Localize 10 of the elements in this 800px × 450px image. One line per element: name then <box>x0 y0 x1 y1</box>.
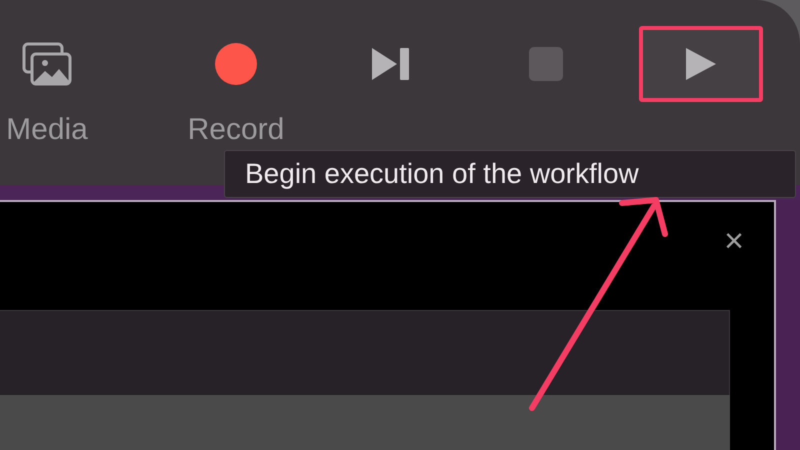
toolbar-label: Media <box>6 112 88 148</box>
photos-icon <box>21 41 73 87</box>
run-button[interactable] <box>639 26 763 102</box>
toolbar-label: Record <box>188 112 284 148</box>
play-icon <box>685 47 717 81</box>
step-icon <box>371 47 411 81</box>
tooltip: Begin execution of the workflow <box>224 150 796 198</box>
record-icon <box>214 42 258 86</box>
close-icon[interactable]: × <box>724 224 744 258</box>
stop-icon <box>529 47 563 81</box>
